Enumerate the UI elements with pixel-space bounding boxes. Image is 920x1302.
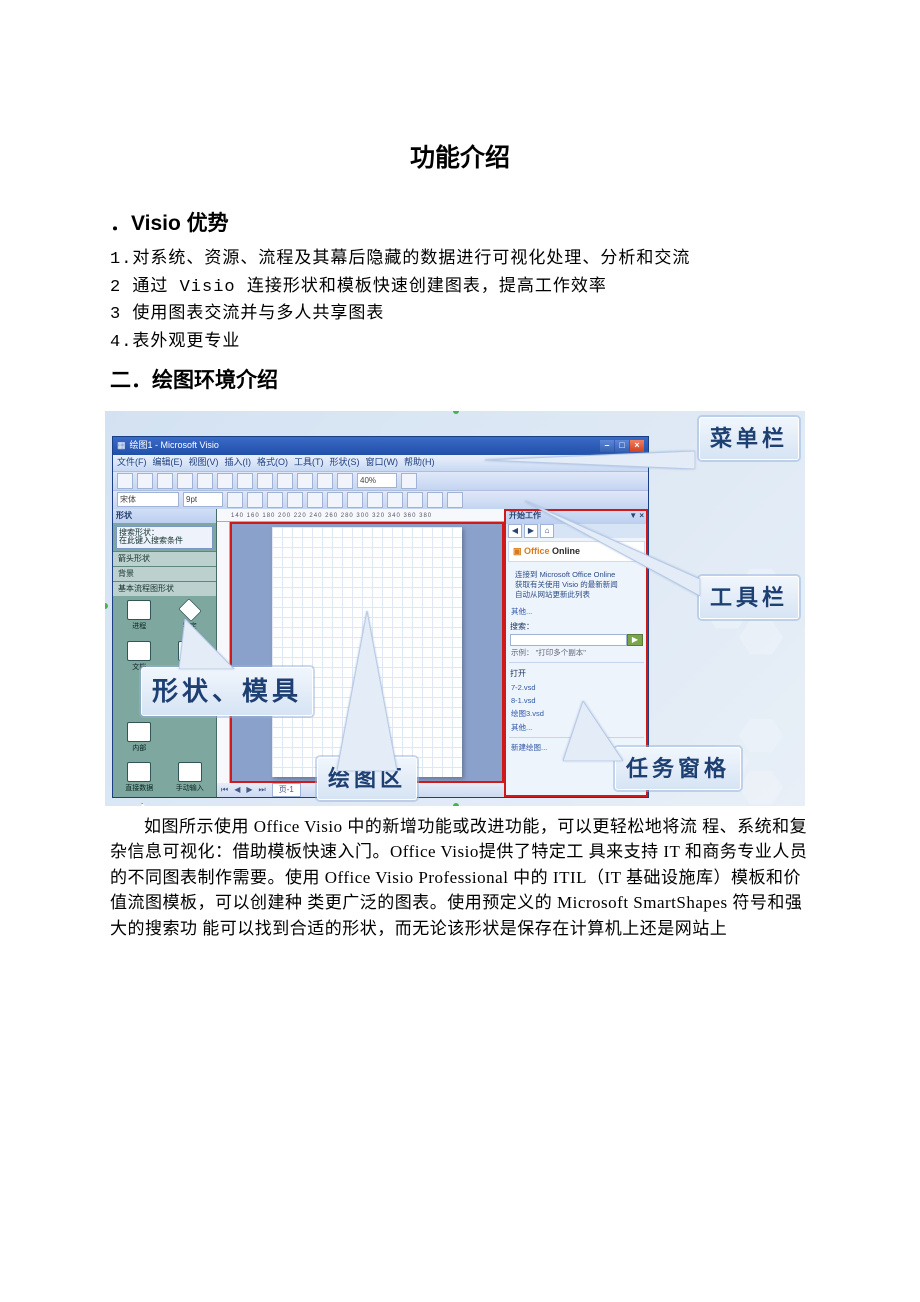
heading-text: Visio 优势 [131, 212, 229, 235]
shape-direct-data[interactable]: 直接数据 [116, 762, 163, 795]
print-button[interactable] [177, 473, 193, 489]
callout-pointer [525, 501, 700, 596]
search-section-label: 搜索： [510, 621, 643, 633]
shape-process[interactable]: 进程 [116, 600, 163, 633]
tab-nav-prev[interactable]: ◀ [234, 784, 240, 796]
shape-label: 手动输入 [176, 784, 204, 795]
office-logo-icon: ▣ [513, 546, 524, 556]
menu-insert[interactable]: 插入(I) [225, 456, 252, 470]
shape-category[interactable]: 背景 [113, 566, 216, 581]
align-left-button[interactable] [287, 492, 303, 508]
recent-file[interactable]: 7-2.vsd [505, 681, 648, 694]
font-color-button[interactable] [347, 492, 363, 508]
shapes-pane-title: 形状 [113, 509, 216, 523]
fill-color-button[interactable] [387, 492, 403, 508]
selection-handle [453, 803, 459, 806]
open-section-label: 打开 [510, 668, 643, 680]
tab-nav-next[interactable]: ▶ [246, 784, 252, 796]
align-center-button[interactable] [307, 492, 323, 508]
shape-label-shape[interactable]: 标签 [116, 803, 163, 806]
menu-window[interactable]: 窗口(W) [366, 456, 399, 470]
list-item: 2 通过 Visio 连接形状和模板快速创建图表，提高工作效率 [110, 275, 810, 301]
shape-manual-input[interactable]: 手动输入 [167, 762, 214, 795]
selection-handle [105, 603, 108, 609]
callout-pointer [485, 451, 695, 469]
menu-shape[interactable]: 形状(S) [330, 456, 360, 470]
menu-tools[interactable]: 工具(T) [294, 456, 324, 470]
task-link[interactable]: 其他... [505, 605, 648, 618]
app-icon: ▦ [117, 439, 126, 453]
ruler-horizontal: 140 160 180 200 220 240 260 280 300 320 … [217, 509, 504, 522]
heading-prefix: ． [110, 212, 131, 235]
font-dropdown[interactable]: 宋体 [117, 492, 179, 507]
menu-edit[interactable]: 编辑(E) [153, 456, 183, 470]
new-button[interactable] [117, 473, 133, 489]
callout-toolbar: 工具栏 [699, 576, 799, 619]
line-weight-button[interactable] [407, 492, 423, 508]
search-example: 示例： "打印多个副本" [505, 646, 648, 659]
pointer-tool[interactable] [297, 473, 313, 489]
line-pattern-button[interactable] [427, 492, 443, 508]
help-button[interactable] [401, 473, 417, 489]
list-item: 1.对系统、资源、流程及其幕后隐藏的数据进行可视化处理、分析和交流 [110, 247, 810, 273]
line-color-button[interactable] [367, 492, 383, 508]
paste-button[interactable] [237, 473, 253, 489]
shapes-search[interactable]: 搜索形状： 在此键入搜索条件 [116, 526, 213, 550]
window-title: 绘图1 - Microsoft Visio [130, 439, 219, 453]
shape-label: 直接数据 [125, 784, 153, 795]
bold-button[interactable] [227, 492, 243, 508]
menu-help[interactable]: 帮助(H) [404, 456, 435, 470]
menu-format[interactable]: 格式(O) [257, 456, 288, 470]
callout-menubar: 菜单栏 [699, 417, 799, 460]
save-button[interactable] [157, 473, 173, 489]
selection-handle [453, 411, 459, 414]
screenshot-figure: ▦ 绘图1 - Microsoft Visio – □ × 文件(F) 编辑(E… [105, 411, 805, 806]
back-icon[interactable]: ◀ [508, 524, 522, 538]
italic-button[interactable] [247, 492, 263, 508]
document-page: 功能介绍 ．Visio 优势 1.对系统、资源、流程及其幕后隐藏的数据进行可视化… [0, 0, 920, 1302]
shape-label: 进程 [132, 622, 146, 633]
connector-tool[interactable] [337, 473, 353, 489]
copy-button[interactable] [217, 473, 233, 489]
task-search: ▶ [510, 634, 643, 646]
menu-file[interactable]: 文件(F) [117, 456, 147, 470]
task-search-input[interactable] [510, 634, 627, 646]
font-size-dropdown[interactable]: 9pt [183, 492, 223, 507]
section-1-heading: ．Visio 优势 [110, 208, 810, 240]
body-paragraph: 如图所示使用 Office Visio 中的新增功能或改进功能，可以更轻松地将流… [110, 814, 810, 942]
callout-shapes: 形状、模具 [141, 667, 313, 716]
align-right-button[interactable] [327, 492, 343, 508]
tab-nav-last[interactable]: ⏭ [259, 784, 266, 796]
shape-label: 内部 [132, 744, 146, 755]
search-placeholder: 在此键入搜索条件 [119, 537, 210, 546]
page-title: 功能介绍 [110, 140, 810, 178]
line-ends-button[interactable] [447, 492, 463, 508]
task-search-go[interactable]: ▶ [627, 634, 643, 646]
callout-pointer [179, 619, 239, 669]
callout-pointer [563, 701, 623, 761]
menu-view[interactable]: 视图(V) [189, 456, 219, 470]
shape-category[interactable]: 基本流程图形状 [113, 581, 216, 596]
callout-pointer [337, 611, 397, 771]
list-item: 4.表外观更专业 [110, 330, 810, 356]
page-tab[interactable]: 页-1 [272, 783, 301, 797]
redo-button[interactable] [277, 473, 293, 489]
shape-category[interactable]: 箭头形状 [113, 551, 216, 566]
text-tool[interactable] [317, 473, 333, 489]
zoom-dropdown[interactable]: 40% [357, 473, 397, 488]
underline-button[interactable] [267, 492, 283, 508]
open-button[interactable] [137, 473, 153, 489]
list-item: 3 使用图表交流并与多人共享图表 [110, 302, 810, 328]
tab-nav-first[interactable]: ⏮ [221, 784, 228, 796]
separator [509, 662, 644, 663]
callout-taskpane: 任务窗格 [615, 747, 741, 790]
cut-button[interactable] [197, 473, 213, 489]
section-2-heading: 二．绘图环境介绍 [110, 365, 810, 397]
standard-toolbar: 40% [113, 471, 648, 490]
undo-button[interactable] [257, 473, 273, 489]
shape-internal[interactable]: 内部 [116, 722, 163, 755]
